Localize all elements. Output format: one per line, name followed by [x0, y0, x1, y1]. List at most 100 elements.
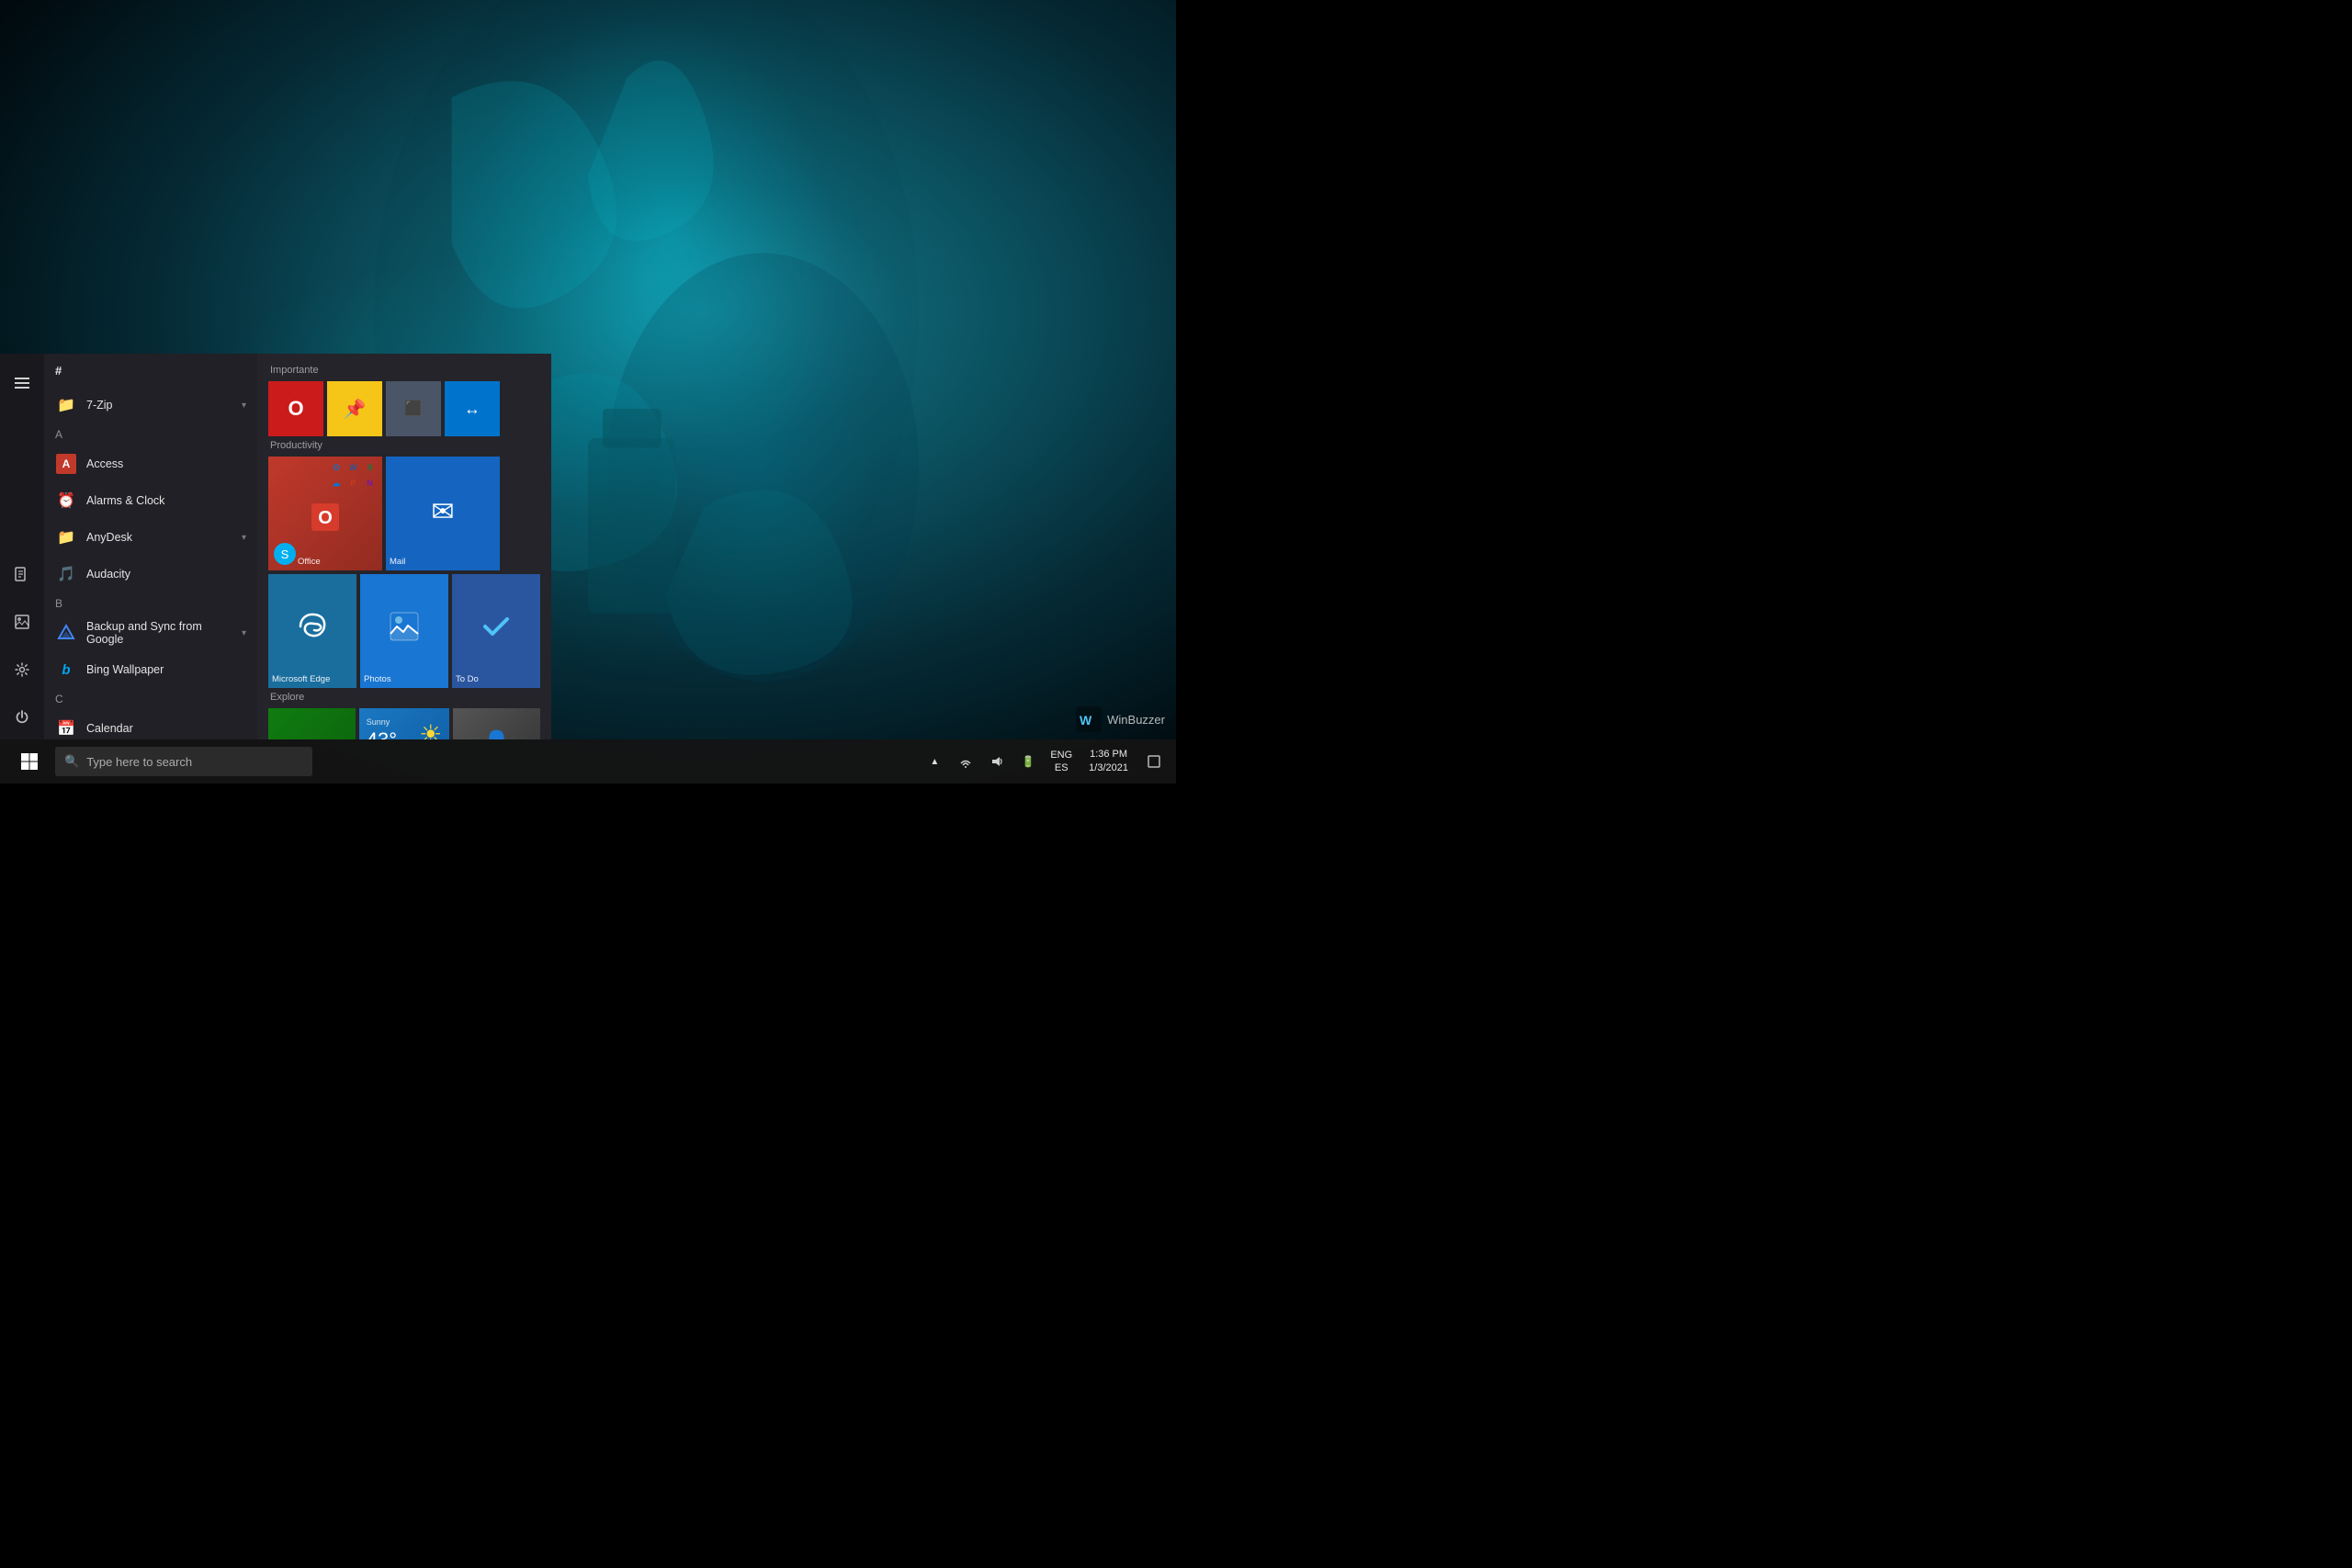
notification-button[interactable] — [1139, 739, 1169, 784]
word-sub-icon: W — [345, 460, 360, 475]
outlook-sub-icon: O — [329, 460, 344, 475]
winbuzzer-text: WinBuzzer — [1107, 713, 1165, 727]
audacity-icon: 🎵 — [55, 563, 77, 585]
winbuzzer-watermark: W WinBuzzer — [1076, 706, 1165, 732]
app-item-anydesk[interactable]: 📁 AnyDesk ▾ — [44, 519, 257, 556]
windows-logo-icon — [20, 752, 39, 771]
alarms-icon: ⏰ — [55, 490, 77, 512]
productivity-tiles-row2: Microsoft Edge Photos — [268, 574, 540, 688]
start-button[interactable] — [7, 739, 51, 784]
tile-vmware[interactable]: ⬛ — [386, 381, 441, 436]
7zip-expand-icon: ▾ — [242, 400, 246, 411]
anydesk-icon: 📁 — [55, 526, 77, 548]
productivity-section-label: Productivity — [268, 440, 540, 451]
battery-icon[interactable]: 🔋 — [1013, 739, 1043, 784]
tile-todo[interactable]: To Do — [452, 574, 540, 688]
backup-sync-icon — [55, 622, 77, 644]
tile-weather[interactable]: Sunny 43° 43° 32° ☀ Madrid — [359, 708, 450, 739]
opera-icon: O — [288, 397, 303, 421]
weather-condition: Sunny — [367, 717, 390, 727]
mail-icon: ✉ — [431, 496, 454, 528]
start-sidebar — [0, 354, 44, 739]
backup-sync-label: Backup and Sync from Google — [86, 620, 232, 646]
show-hidden-icons-button[interactable]: ▲ — [920, 739, 949, 784]
onenote-sub-icon: N — [363, 476, 378, 491]
todo-tile-label: To Do — [456, 674, 537, 684]
app-item-audacity[interactable]: 🎵 Audacity — [44, 556, 257, 592]
app-item-access[interactable]: A Access — [44, 446, 257, 482]
language-indicator[interactable]: ENG ES — [1045, 739, 1078, 784]
start-menu: # 📁 7-Zip ▾ A A Access ⏰ Alarms & Clock — [0, 354, 551, 739]
tile-teamviewer[interactable]: ↔ — [445, 381, 500, 436]
7zip-label: 7-Zip — [86, 399, 232, 412]
settings-icon[interactable] — [0, 648, 44, 692]
tile-sticky-notes[interactable]: 📌 — [327, 381, 382, 436]
clock-date: 1/3/2021 — [1089, 761, 1128, 775]
section-letter-a: A — [44, 423, 257, 446]
volume-icon[interactable] — [982, 739, 1012, 784]
explore-tiles-row: Microsoft Store Sunny 43° 43° 32° ☀ Madr… — [268, 708, 540, 739]
audacity-label: Audacity — [86, 568, 246, 581]
office-main-icon: O — [307, 499, 344, 544]
system-clock[interactable]: 1:36 PM 1/3/2021 — [1080, 739, 1137, 784]
region-code: ES — [1055, 761, 1069, 774]
tile-mail[interactable]: ✉ Mail — [386, 457, 500, 570]
app-item-backup-sync[interactable]: Backup and Sync from Google ▾ — [44, 615, 257, 651]
taskbar: 🔍 Type here to search ▲ 🔋 ENG ES — [0, 739, 1176, 784]
winbuzzer-logo-icon: W — [1076, 706, 1102, 732]
teamviewer-icon: ↔ — [464, 400, 481, 419]
power-icon[interactable] — [0, 695, 44, 739]
clock-time: 1:36 PM — [1090, 748, 1127, 761]
productivity-tiles-row: O W X ☁ P N O S Office — [268, 457, 540, 570]
tile-office[interactable]: O W X ☁ P N O S Office — [268, 457, 382, 570]
header-char-label: # — [55, 364, 62, 378]
documents-icon[interactable] — [0, 552, 44, 596]
explore-section-label: Explore — [268, 692, 540, 703]
weather-temp: 43° — [367, 730, 397, 739]
tile-photos[interactable]: Photos — [360, 574, 448, 688]
weather-sun-icon: ☀ — [419, 719, 442, 739]
search-placeholder-text: Type here to search — [86, 755, 192, 769]
app-list-panel: # 📁 7-Zip ▾ A A Access ⏰ Alarms & Clock — [44, 354, 257, 739]
app-item-alarms[interactable]: ⏰ Alarms & Clock — [44, 482, 257, 519]
sticky-notes-icon: 📌 — [344, 398, 367, 421]
tile-ms-store[interactable]: Microsoft Store — [268, 708, 356, 739]
todo-icon — [480, 610, 513, 649]
photos-icon — [388, 610, 421, 649]
backup-sync-expand-icon: ▾ — [242, 628, 246, 638]
onedrive-sub-icon: ☁ — [329, 476, 344, 491]
alarms-label: Alarms & Clock — [86, 494, 246, 507]
tile-opera[interactable]: O — [268, 381, 323, 436]
vmware-icon: ⬛ — [404, 400, 423, 418]
anydesk-expand-icon: ▾ — [242, 533, 246, 543]
excel-sub-icon: X — [363, 460, 378, 475]
search-bar[interactable]: 🔍 Type here to search — [55, 747, 312, 776]
search-icon: 🔍 — [64, 754, 79, 769]
pictures-icon[interactable] — [0, 600, 44, 644]
calendar-icon: 📅 — [55, 717, 77, 739]
network-icon[interactable] — [951, 739, 980, 784]
tiles-panel: Importante O 📌 ⬛ ↔ Producti — [257, 354, 551, 739]
app-item-bing-wallpaper[interactable]: b Bing Wallpaper — [44, 651, 257, 688]
tile-edge[interactable]: Microsoft Edge — [268, 574, 356, 688]
ppt-sub-icon: P — [345, 476, 360, 491]
mail-tile-label: Mail — [390, 557, 496, 567]
access-icon: A — [55, 453, 77, 475]
skype-icon: S — [274, 543, 296, 565]
access-label: Access — [86, 457, 246, 470]
app-item-7zip[interactable]: 📁 7-Zip ▾ — [44, 387, 257, 423]
system-tray: ▲ 🔋 ENG ES 1:36 PM 1/3/2021 — [920, 739, 1169, 784]
edge-icon — [296, 610, 329, 649]
importante-tiles-row: O 📌 ⬛ ↔ — [268, 381, 540, 436]
anydesk-label: AnyDesk — [86, 531, 232, 544]
hamburger-menu-icon[interactable] — [0, 361, 44, 405]
office-tile-label: Office — [298, 557, 379, 567]
app-item-calendar[interactable]: 📅 Calendar — [44, 710, 257, 739]
calendar-label: Calendar — [86, 722, 246, 735]
section-letter-b: B — [44, 592, 257, 615]
svg-text:W: W — [1080, 713, 1092, 728]
office-sub-icons: O W X ☁ P N — [329, 460, 379, 491]
7zip-icon: 📁 — [55, 394, 77, 416]
tile-news[interactable]: 👤 News — [453, 708, 540, 739]
language-code: ENG — [1050, 749, 1072, 761]
